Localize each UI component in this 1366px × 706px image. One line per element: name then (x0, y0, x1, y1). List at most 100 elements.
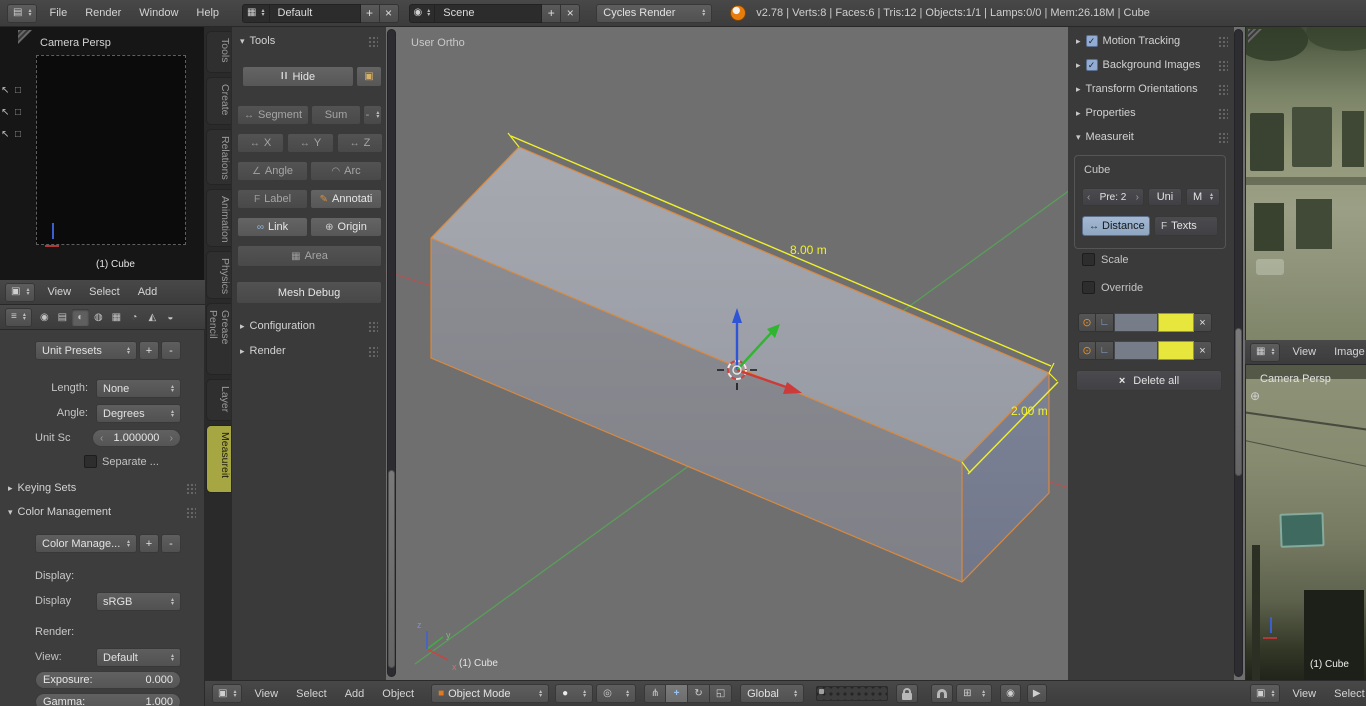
orientation-dropdown[interactable]: Global ▴ ▾ (740, 684, 805, 703)
screen-layout-selector[interactable]: ▦ ▴ ▾ Default + × (242, 3, 399, 23)
tab-create[interactable]: Create (206, 77, 231, 125)
viewport-shading-dropdown[interactable]: ● ▴ ▾ (555, 684, 594, 703)
panel-drag-icon[interactable] (368, 345, 378, 357)
opengl-render-button[interactable]: ◉ (1000, 684, 1021, 703)
visibility-eye-icon[interactable]: ⊙ (1078, 313, 1096, 332)
screen-layout-browse[interactable]: ▦ ▴ ▾ (242, 3, 269, 23)
remove-color-preset-button[interactable]: - (161, 534, 181, 553)
panel-drag-icon[interactable] (368, 320, 378, 332)
snap-element-dropdown[interactable]: ⊞ ▴ ▾ (956, 684, 993, 703)
menu-file[interactable]: File (40, 7, 76, 19)
menu-select[interactable]: Select (287, 688, 336, 700)
render-tab-icon[interactable]: ◉ (36, 309, 53, 326)
editor-type-button[interactable]: ▣ ▴ ▾ (212, 684, 243, 703)
measure-z-button[interactable]: ↔ Z (337, 133, 383, 153)
panel-drag-icon[interactable] (186, 482, 196, 494)
editor-type-button[interactable]: ▣ ▴ ▾ (5, 282, 36, 302)
sum-button[interactable]: Sum (311, 105, 361, 125)
add-scene-button[interactable]: + (542, 3, 562, 23)
panel-drag-icon[interactable] (1218, 59, 1228, 71)
add-layout-button[interactable]: + (360, 3, 380, 23)
add-preset-button[interactable]: + (139, 341, 159, 360)
translate-manipulator-button[interactable]: + (666, 684, 689, 703)
material-tab-icon[interactable]: ◒ (162, 309, 179, 326)
tab-animation[interactable]: Animation (206, 189, 231, 247)
snap-toggle-button[interactable] (931, 684, 954, 703)
mesh-debug-button[interactable]: Mesh Debug (236, 281, 382, 304)
remove-preset-button[interactable]: - (161, 341, 181, 360)
background-images-checkbox[interactable]: ✓ (1085, 59, 1098, 71)
gamma-field[interactable]: Gamma: 1.000 (35, 693, 181, 706)
menu-window[interactable]: Window (130, 7, 187, 19)
configuration-panel-header[interactable]: ▸ Configuration (240, 320, 378, 332)
menu-view[interactable]: View (245, 688, 287, 700)
cursor-icon[interactable]: ↖ (1, 107, 9, 118)
style-button[interactable]: ∟ (1096, 341, 1114, 360)
display-device-dropdown[interactable]: sRGB ▴ ▾ (96, 592, 181, 611)
menu-view[interactable]: View (1283, 688, 1325, 700)
stepper-right-icon[interactable]: › (1136, 192, 1139, 203)
length-dropdown[interactable]: None ▴ ▾ (96, 379, 181, 398)
value-field[interactable] (1114, 341, 1158, 360)
camera-preview-viewport[interactable]: Camera Persp (1) Cube ↖ □ ↖ □ ↖ □ (0, 27, 205, 280)
label-button[interactable]: F Label (237, 189, 308, 209)
region-corner-icon[interactable] (18, 30, 32, 44)
cursor-icon[interactable]: ↖ (1, 85, 9, 96)
delete-item-button[interactable]: × (1194, 341, 1212, 360)
mode-dropdown[interactable]: ■ Object Mode ▴ ▾ (431, 684, 550, 703)
arc-button[interactable]: ◠ Arc (310, 161, 382, 181)
scene-browse[interactable]: ◉ ▴ ▾ (408, 3, 435, 23)
menu-select[interactable]: Select (80, 286, 129, 298)
panel-drag-icon[interactable] (368, 35, 378, 47)
sum-option-dropdown[interactable]: - ▴ ▾ (363, 105, 382, 125)
angle-dropdown[interactable]: Degrees ▴ ▾ (96, 404, 181, 423)
panel-drag-icon[interactable] (186, 506, 196, 518)
menu-object[interactable]: Object (373, 688, 423, 700)
editor-type-button[interactable]: ≡ ▴ ▾ (5, 307, 32, 327)
motion-tracking-panel-header[interactable]: ▸ ✓ Motion Tracking (1076, 32, 1228, 50)
editor-type-button[interactable]: ▣ ▴ ▾ (1250, 684, 1281, 703)
scale-manipulator-button[interactable]: ◱ (710, 684, 733, 703)
tab-layer[interactable]: Layer (206, 379, 231, 421)
menu-render[interactable]: Render (76, 7, 130, 19)
tab-measureit[interactable]: Measureit (206, 425, 231, 493)
scale-checkbox[interactable] (1082, 253, 1095, 266)
render-panel-header[interactable]: ▸ Render (240, 345, 378, 357)
close-layout-button[interactable]: × (379, 3, 399, 23)
panel-drag-icon[interactable] (1218, 131, 1228, 143)
add-color-preset-button[interactable]: + (139, 534, 159, 553)
box-icon[interactable]: □ (15, 107, 21, 118)
scene-selector[interactable]: ◉ ▴ ▾ Scene + × (408, 3, 581, 23)
uni-toggle[interactable]: Uni (1148, 188, 1182, 206)
transform-orientations-panel-header[interactable]: ▸ Transform Orientations (1076, 80, 1228, 98)
background-images-panel-header[interactable]: ▸ ✓ Background Images (1076, 56, 1228, 74)
tools-panel-header[interactable]: ▾ Tools (240, 35, 378, 47)
layers-widget[interactable] (816, 686, 889, 701)
menu-add[interactable]: Add (336, 688, 374, 700)
measure-y-button[interactable]: ↔ Y (287, 133, 334, 153)
delete-all-button[interactable]: × Delete all (1076, 370, 1222, 391)
unit-scale-field[interactable]: ‹ 1.000000 › (92, 429, 181, 447)
scrollbar-thumb[interactable] (388, 470, 395, 668)
separate-checkbox[interactable] (84, 455, 97, 468)
manipulator-toggle-button[interactable]: ⋔ (644, 684, 667, 703)
link-button[interactable]: ∞ Link (237, 217, 308, 237)
active-layer-dot[interactable] (819, 689, 825, 694)
menu-image[interactable]: Image (1325, 346, 1366, 358)
preview-image-button[interactable]: ▣ (356, 66, 382, 87)
tab-grease-pencil[interactable]: Grease Pencil (206, 303, 231, 375)
precision-stepper[interactable]: ‹ Pre: 2 › (1082, 188, 1144, 206)
close-scene-button[interactable]: × (561, 3, 581, 23)
menu-add[interactable]: Add (129, 286, 167, 298)
distance-button[interactable]: ↔ Distance (1082, 216, 1150, 236)
tab-tools[interactable]: Tools (206, 31, 231, 73)
scene-lock-button[interactable] (896, 684, 919, 703)
texts-button[interactable]: F Texts (1154, 216, 1218, 236)
stepper-left-icon[interactable]: ‹ (1087, 192, 1090, 203)
pivot-dropdown[interactable]: ◎ ▴ ▾ (596, 684, 637, 703)
render-engine-dropdown[interactable]: Cycles Render ▴ ▾ (596, 3, 713, 23)
delete-item-button[interactable]: × (1194, 313, 1212, 332)
data-tab-icon[interactable]: ◭ (144, 309, 161, 326)
panel-drag-icon[interactable] (1218, 83, 1228, 95)
toolshelf-scrollbar[interactable] (387, 29, 396, 677)
